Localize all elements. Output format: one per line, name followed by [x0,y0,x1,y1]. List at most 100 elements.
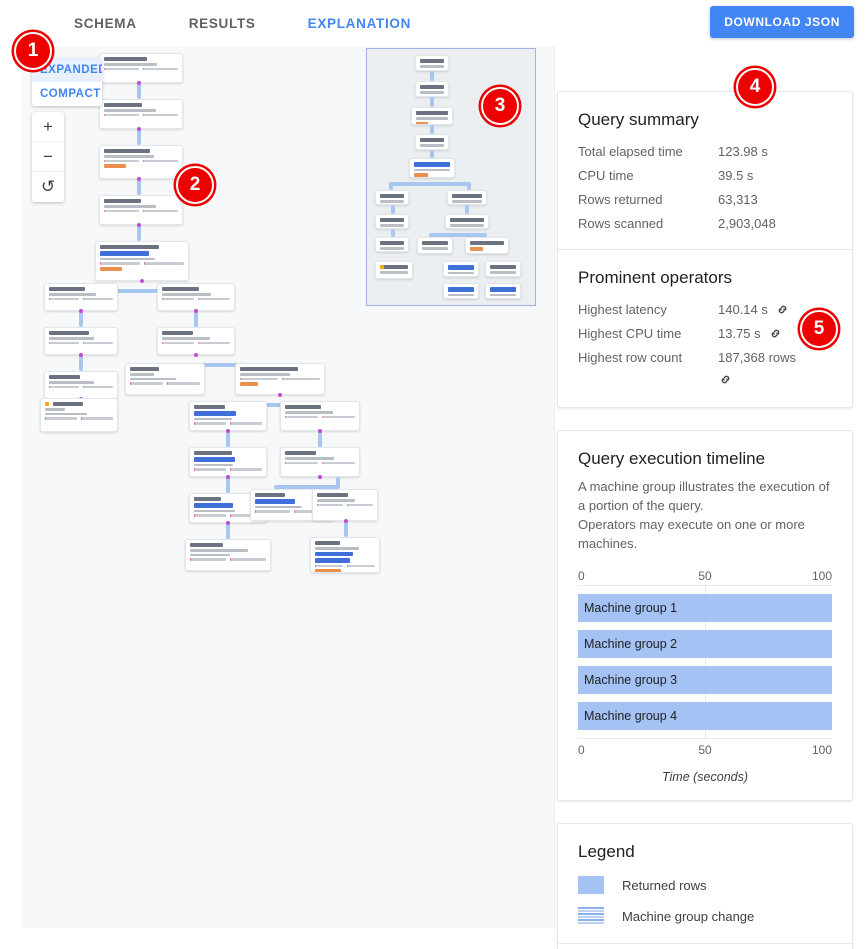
link-icon[interactable] [768,326,783,341]
minimap-node [375,214,409,229]
plan-node[interactable] [99,145,183,179]
query-plan-canvas[interactable]: EXPANDED COMPACT + − ↺ [22,46,555,928]
plan-edge [226,431,230,447]
plan-connector-dot [318,429,322,433]
plan-edge [79,355,83,371]
xtick-label: 0 [578,569,585,583]
plan-edge [226,477,230,493]
plan-connector-dot [344,519,348,523]
summary-value: 123.98 s [718,144,768,159]
plan-minimap[interactable] [366,48,536,306]
operator-key: Highest latency [578,302,667,317]
operator-value: 140.14 s [718,302,768,317]
minimap-node [443,283,479,299]
legend-item: Machine group change [578,907,832,925]
zoom-out-button[interactable]: − [32,142,64,172]
annotation-badge-2: 2 [176,166,214,204]
mode-compact-button[interactable]: COMPACT [32,82,102,106]
minimap-node [417,237,453,254]
minimap-node [415,81,449,97]
link-icon[interactable] [775,302,790,317]
plan-node[interactable] [235,363,325,395]
minimap-node [409,158,455,178]
tab-schema[interactable]: SCHEMA [48,14,163,46]
summary-row: Rows scanned 2,903,048 [578,216,832,231]
plan-node[interactable] [99,195,183,225]
chart-axis-bottom: 0 50 100 [578,743,832,759]
zoom-controls: + − ↺ [32,112,64,202]
warning-icon [45,402,49,406]
xtick-label: 100 [811,569,832,583]
plan-edge [344,521,348,537]
legend-label: Machine group change [622,908,755,924]
plan-node[interactable] [125,363,205,395]
plan-edge [137,129,141,145]
summary-key: Total elapsed time [578,144,683,159]
plan-node[interactable] [44,327,118,355]
minimap-edge [391,205,395,214]
plan-node[interactable] [185,539,271,571]
reset-view-button[interactable]: ↺ [32,172,64,202]
minimap-edge [389,182,469,186]
plan-node[interactable] [189,401,267,431]
legend-notes-section: Order of execution reads from bottom to … [558,943,852,949]
minimap-node [415,134,449,150]
plan-connector-dot [137,223,141,227]
bar-machine-group-3[interactable]: Machine group 3 [578,666,832,694]
bar-slot: Machine group 4 [578,702,832,730]
operator-key: Highest CPU time [578,326,682,341]
minimap-edge [389,182,393,190]
xtick-label: 50 [698,743,712,757]
minimap-edge [467,182,471,190]
chart-plot-area: Machine group 1 Machine group 2 Machine … [578,585,832,739]
plan-node[interactable] [280,401,360,431]
summary-value: 2,903,048 [718,216,776,231]
minimap-node [375,190,409,205]
tab-results[interactable]: RESULTS [163,14,282,46]
minimap-node [415,55,449,71]
plan-node[interactable] [157,327,235,355]
summary-value: 39.5 s [718,168,754,183]
plan-node[interactable] [280,447,360,477]
plan-node[interactable] [157,283,235,311]
bar-machine-group-1[interactable]: Machine group 1 [578,594,832,622]
bar-machine-group-2[interactable]: Machine group 2 [578,630,832,658]
plan-node[interactable] [44,371,118,399]
operator-key: Highest row count [578,350,683,365]
download-json-button[interactable]: DOWNLOAD JSON [710,6,854,38]
minimap-node [465,237,509,254]
timeline-section: Query execution timeline A machine group… [558,431,852,800]
plan-edge [318,431,322,447]
legend-card: Legend Returned rows Machine group chang… [557,823,853,949]
plan-node[interactable] [312,489,378,521]
explanation-page: SCHEMA RESULTS EXPLANATION EXPANDED COMP… [0,0,865,949]
plan-node[interactable] [95,241,189,281]
minimap-node [485,261,521,277]
prominent-operators-title: Prominent operators [578,268,733,287]
plan-node[interactable] [99,99,183,129]
timeline-description: A machine group illustrates the executio… [578,479,830,551]
zoom-in-button[interactable]: + [32,112,64,142]
annotation-badge-5: 5 [800,310,838,348]
timeline-card: Query execution timeline A machine group… [557,430,853,801]
minimap-edge [430,125,434,134]
returned-rows-swatch [578,876,604,894]
plan-connector-dot [226,475,230,479]
plan-node[interactable] [310,537,380,573]
link-icon[interactable] [718,372,733,387]
tab-list: SCHEMA RESULTS EXPLANATION [48,14,437,49]
plan-node-table-scan[interactable] [40,398,118,432]
bar-machine-group-4[interactable]: Machine group 4 [578,702,832,730]
plan-connector-dot [137,81,141,85]
tab-explanation[interactable]: EXPLANATION [282,14,437,49]
plan-node[interactable] [189,447,267,477]
legend-section: Legend Returned rows Machine group chang… [558,824,852,943]
minimap-node [375,261,413,279]
plan-node[interactable] [99,53,183,83]
query-summary-section: Query summary Total elapsed time 123.98 … [558,92,852,249]
minimap-edge [391,229,395,237]
plan-node[interactable] [44,283,118,311]
plan-edge [226,523,230,539]
annotation-badge-1: 1 [14,32,52,70]
xtick-label: 50 [698,569,712,583]
